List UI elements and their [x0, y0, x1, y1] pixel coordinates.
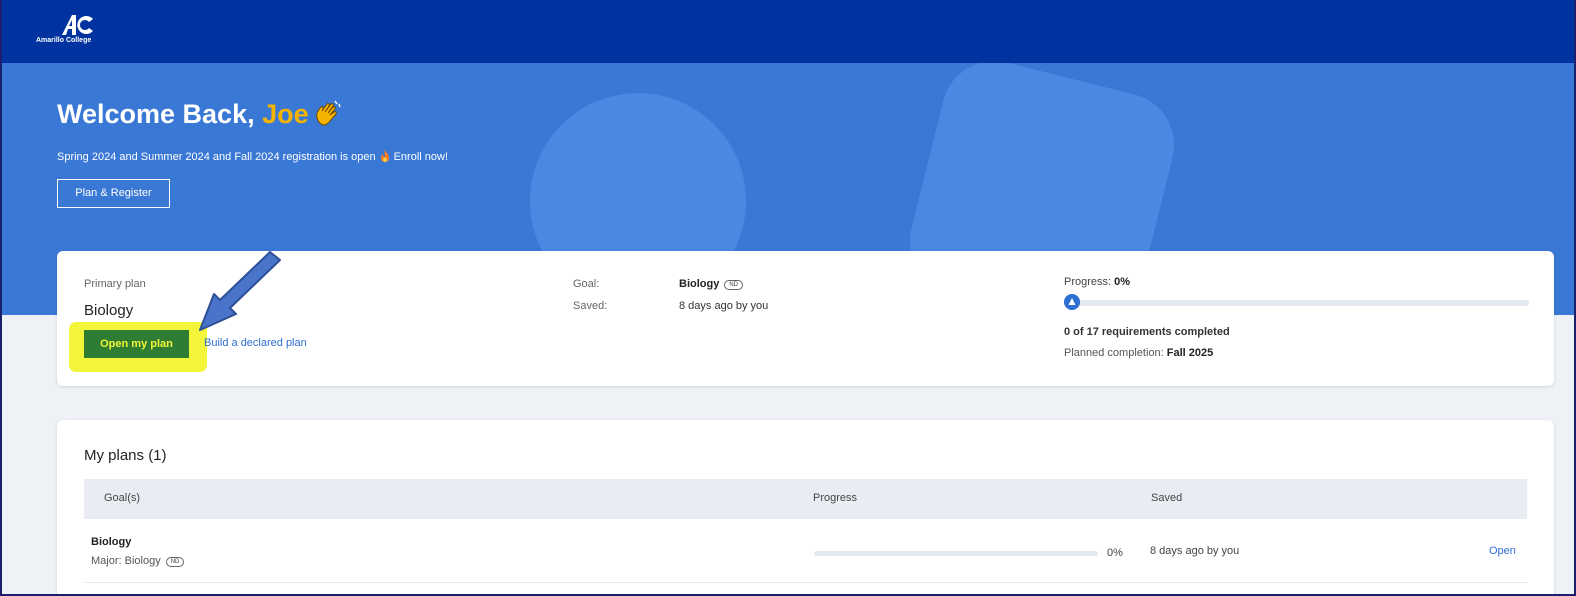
planned-completion-value: Fall 2025 — [1166, 347, 1214, 359]
registration-text: Spring 2024 and Summer 2024 and Fall 202… — [57, 151, 376, 163]
enroll-now-text: Enroll now! — [393, 151, 449, 163]
my-plans-title: My plans (1) — [84, 447, 167, 464]
requirements-completed: 0 of 17 requirements completed — [1064, 326, 1230, 338]
progress-value: 0% — [1114, 276, 1131, 288]
plan-and-register-button[interactable]: Plan & Register — [57, 179, 170, 208]
progress-label-text: Progress: — [1064, 276, 1115, 288]
progress-marker-icon — [1064, 294, 1080, 310]
plan-row-saved: 8 days ago by you — [1150, 545, 1240, 557]
saved-value: 8 days ago by you — [679, 300, 769, 312]
my-plans-card: My plans (1) Goal(s) Progress Saved Biol… — [57, 420, 1554, 594]
goal-value-group: Biology ND — [679, 278, 744, 290]
primary-plan-title: Biology — [84, 302, 134, 319]
nd-badge: ND — [724, 280, 744, 290]
logo-wordmark: Amarillo College — [36, 37, 92, 44]
plan-row-progress-text: 0% — [1107, 547, 1123, 559]
plan-row-open-link[interactable]: Open — [1489, 545, 1516, 557]
waving-hand-icon — [315, 100, 341, 126]
open-my-plan-button[interactable]: Open my plan — [84, 330, 189, 358]
user-name: Joe — [262, 99, 309, 129]
planned-completion: Planned completion: Fall 2025 — [1064, 347, 1213, 359]
plan-row-major: Major: Biology ND — [91, 555, 185, 567]
planned-completion-label: Planned completion: — [1064, 347, 1167, 359]
plan-row-major-text: Major: Biology — [91, 555, 161, 567]
amarillo-college-logo[interactable]: Amarillo College — [36, 14, 96, 48]
saved-key: Saved: — [573, 300, 608, 312]
welcome-heading: Welcome Back, Joe — [57, 98, 343, 130]
primary-plan-label: Primary plan — [84, 278, 146, 290]
top-navigation-bar: Amarillo College — [2, 0, 1574, 63]
column-header-progress: Progress — [813, 492, 858, 504]
ac-logo-icon — [62, 15, 93, 35]
registration-notice: Spring 2024 and Summer 2024 and Fall 202… — [57, 149, 448, 163]
plan-row-nd-badge: ND — [165, 557, 185, 567]
goal-value: Biology — [679, 278, 720, 290]
annotation-arrow-icon — [199, 251, 281, 331]
progress-label: Progress: 0% — [1064, 276, 1130, 288]
column-header-saved: Saved — [1151, 492, 1183, 504]
page: Amarillo College Welcome Back, Joe Sprin… — [0, 0, 1576, 596]
welcome-prefix: Welcome Back, — [57, 99, 263, 129]
goal-key: Goal: — [573, 278, 600, 290]
column-header-goals: Goal(s) — [104, 492, 141, 504]
plan-row-progress-bar — [814, 551, 1098, 556]
row-divider — [84, 582, 1527, 583]
plans-table-header: Goal(s) Progress Saved — [84, 479, 1527, 519]
plan-row-goal: Biology — [91, 536, 132, 548]
fire-icon — [380, 150, 389, 162]
progress-bar — [1064, 300, 1529, 306]
